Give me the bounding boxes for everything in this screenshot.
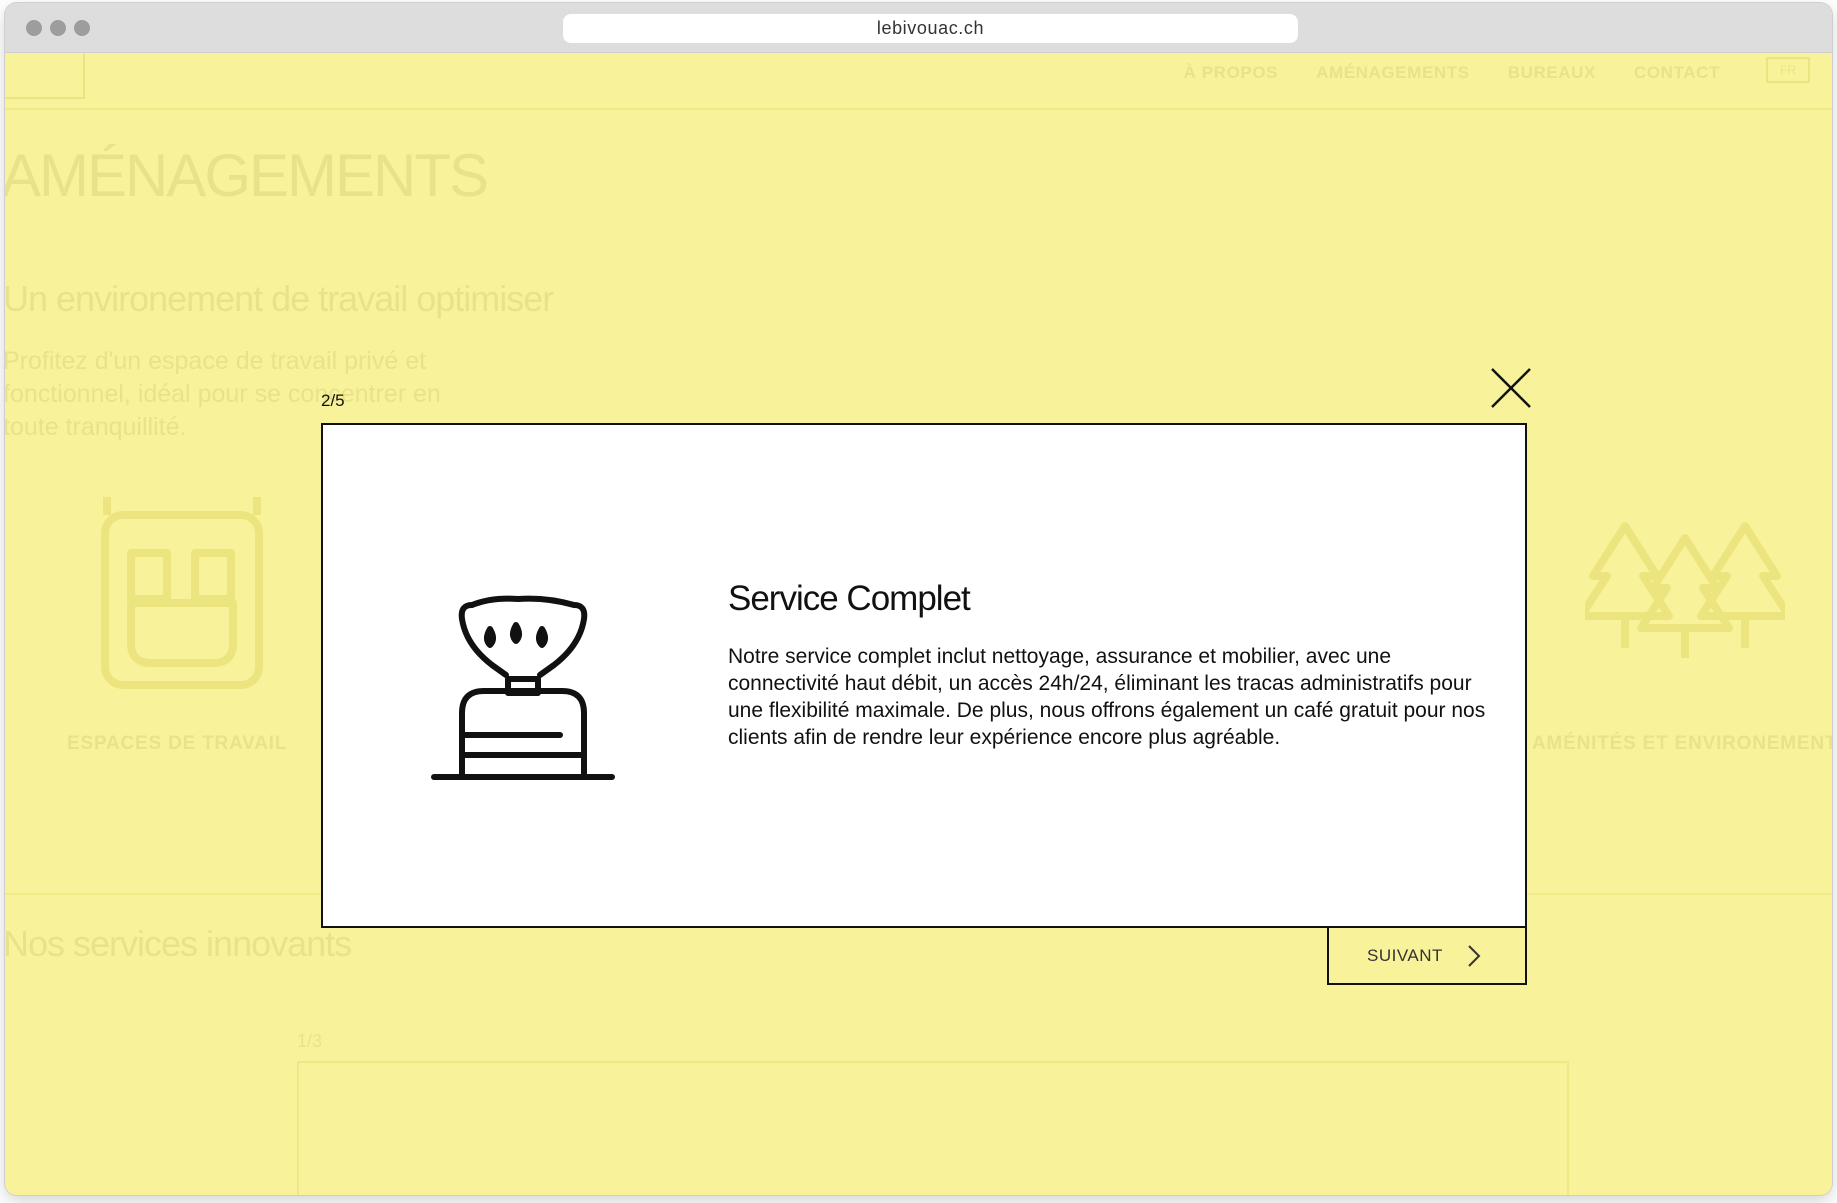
trees-icon <box>1585 522 1785 658</box>
camping-stove-icon <box>431 595 615 780</box>
main-nav: À PROPOS AMÉNAGEMENTS BUREAUX CONTACT <box>1184 53 1832 93</box>
backpack-icon <box>101 497 263 689</box>
services-counter: 1/3 <box>297 1031 323 1051</box>
slide-counter: 2/5 <box>321 391 345 410</box>
close-icon[interactable] <box>1488 365 1534 411</box>
nav-item-contact[interactable]: CONTACT <box>1634 63 1720 83</box>
window-minimize-dot[interactable] <box>50 20 66 36</box>
site-logo[interactable] <box>5 53 85 99</box>
browser-titlebar: lebivouac.ch <box>5 3 1832 53</box>
nav-item-a-propos[interactable]: À PROPOS <box>1184 63 1279 83</box>
nav-item-amenagements[interactable]: AMÉNAGEMENTS <box>1316 63 1470 83</box>
modal-description: Notre service complet inclut nettoyage, … <box>728 645 1486 749</box>
feature-label-amenities[interactable]: AMÉNITÉS ET ENVIRONEMENT <box>1532 733 1832 755</box>
page-content: À PROPOS AMÉNAGEMENTS BUREAUX CONTACT FR… <box>5 53 1832 1195</box>
chevron-right-icon <box>1468 944 1481 967</box>
window-close-dot[interactable] <box>26 20 42 36</box>
modal-title: Service Complet <box>728 579 971 618</box>
page-title: AMÉNAGEMENTS <box>5 142 489 209</box>
section-subtitle: Un environement de travail optimiser <box>5 278 554 319</box>
language-switch[interactable]: FR <box>1766 57 1810 83</box>
nav-item-bureaux[interactable]: BUREAUX <box>1508 63 1596 83</box>
services-heading: Nos services innovants <box>5 923 352 964</box>
window-zoom-dot[interactable] <box>74 20 90 36</box>
browser-window: lebivouac.ch À PROPOS AMÉNAGEMENTS BUREA… <box>5 3 1832 1195</box>
next-button-label: SUIVANT <box>1367 945 1443 965</box>
header-divider <box>5 108 1832 110</box>
address-bar[interactable]: lebivouac.ch <box>563 14 1298 43</box>
feature-label-workspaces[interactable]: ESPACES DE TRAVAIL <box>67 733 287 755</box>
next-button[interactable]: SUIVANT <box>1327 926 1527 985</box>
service-modal: Service Complet Notre service complet in… <box>321 423 1527 928</box>
services-carousel <box>297 1061 1569 1195</box>
